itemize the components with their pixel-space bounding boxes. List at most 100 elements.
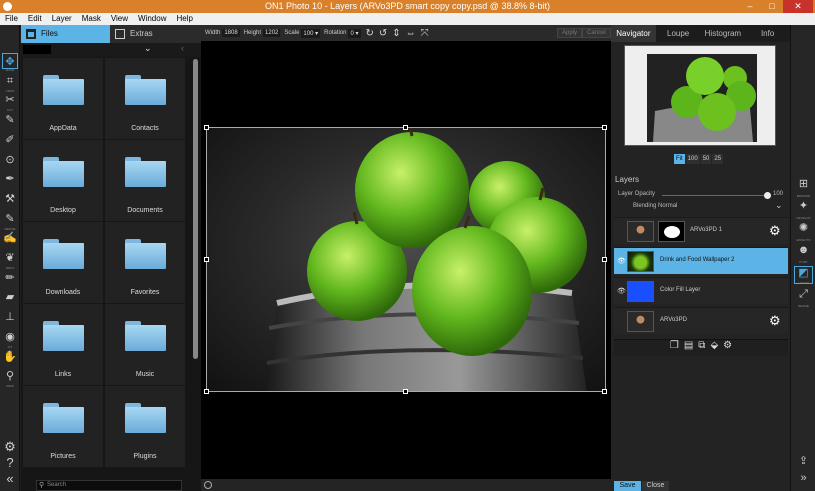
image-layer[interactable]	[206, 127, 606, 392]
retouch-tool-icon[interactable]: ✐	[2, 132, 18, 148]
module-develop-icon[interactable]: ✦ DEVELOP	[794, 200, 813, 220]
refine-brush-tool-icon[interactable]: ✎ REFINE	[2, 211, 18, 231]
canvas-status-icon[interactable]	[204, 481, 212, 489]
browser-scrollbar[interactable]	[193, 59, 198, 359]
scale-select[interactable]: 100 ▾	[301, 28, 321, 38]
settings-icon[interactable]: ⚙	[2, 439, 18, 455]
chevron-down-icon[interactable]: ⌄	[775, 200, 783, 211]
save-button[interactable]: Save	[614, 481, 641, 491]
menu-edit[interactable]: Edit	[23, 13, 47, 25]
collapse-icon[interactable]: «	[2, 471, 18, 487]
folder-item[interactable]: Pictures	[23, 386, 103, 467]
stamp-tool-icon[interactable]: ⊥	[2, 309, 18, 325]
layer-row[interactable]: ARVo3PD ⚙	[614, 307, 788, 334]
zoom-25-button[interactable]: 25	[712, 154, 724, 164]
rotation-select[interactable]: 0 ▾	[348, 28, 361, 38]
eraser-tool-icon[interactable]: ▰	[2, 289, 18, 305]
folder-item[interactable]: Downloads	[23, 222, 103, 303]
folder-item[interactable]: Links	[23, 304, 103, 385]
red-eye-tool-icon[interactable]: ◉ FIX	[2, 329, 18, 349]
menu-window[interactable]: Window	[133, 13, 171, 25]
folder-item[interactable]: Documents	[105, 140, 185, 221]
merge-layer-icon[interactable]: ⧉	[698, 340, 705, 356]
fill-layer-icon[interactable]: ⬙	[710, 340, 718, 356]
folder-item[interactable]: Favorites	[105, 222, 185, 303]
transform-handle[interactable]	[204, 389, 209, 394]
zoom-50-button[interactable]: 50	[700, 154, 712, 164]
image-canvas[interactable]	[201, 41, 611, 479]
menu-view[interactable]: View	[106, 13, 133, 25]
masking-brush-tool-icon[interactable]: ✍	[2, 230, 18, 246]
transform-handle[interactable]	[602, 389, 607, 394]
clone-stamp-tool-icon[interactable]: ✏	[2, 270, 18, 286]
back-icon[interactable]: ‹	[181, 43, 184, 53]
transform-handle[interactable]	[204, 257, 209, 262]
rotate-right-icon[interactable]: ↺	[379, 28, 387, 39]
hand-tool-icon[interactable]: ✋	[2, 349, 18, 365]
cut-tool-icon[interactable]: ✂ CUT	[2, 92, 18, 112]
tab-loupe[interactable]: Loupe	[656, 25, 701, 42]
module-resize-icon[interactable]: ⤢ RESIZE	[794, 288, 813, 308]
menu-file[interactable]: File	[0, 13, 23, 25]
folder-item[interactable]: Music	[105, 304, 185, 385]
tab-files[interactable]: Files	[21, 25, 110, 43]
module-portrait-icon[interactable]: ☻ PORT	[794, 244, 813, 264]
transform-handle[interactable]	[602, 125, 607, 130]
share-icon[interactable]: ⇪	[794, 455, 813, 473]
brush-tool-icon[interactable]: ✎	[2, 112, 18, 128]
flip-vertical-icon[interactable]: ⇕	[392, 28, 400, 39]
pen-tool-icon[interactable]: ✒	[2, 171, 18, 187]
tab-navigator[interactable]: Navigator	[611, 25, 656, 42]
folder-item[interactable]: AppData	[23, 58, 103, 139]
menu-help[interactable]: Help	[171, 13, 197, 25]
apply-button[interactable]: Apply	[557, 28, 583, 38]
menu-mask[interactable]: Mask	[77, 13, 106, 25]
close-window-button[interactable]: ✕	[783, 0, 813, 13]
flip-horizontal-icon[interactable]: ⇔	[406, 28, 416, 39]
help-icon[interactable]: ?	[2, 455, 18, 471]
width-field[interactable]: 1808	[222, 29, 240, 37]
folder-item[interactable]: Desktop	[23, 140, 103, 221]
chisel-tool-icon[interactable]: ⚒	[2, 191, 18, 207]
maximize-button[interactable]: □	[761, 0, 783, 13]
tab-info[interactable]: Info	[745, 25, 790, 42]
transform-handle[interactable]	[204, 125, 209, 130]
zoom-tool-icon[interactable]: ⚲ VIEW	[2, 368, 18, 388]
transform-handle[interactable]	[403, 389, 408, 394]
eye-tool-icon[interactable]: ⊙	[2, 152, 18, 168]
path-dropdown[interactable]	[23, 45, 51, 54]
transform-handle[interactable]	[403, 125, 408, 130]
layer-row[interactable]: 👁 Color Fill Layer	[614, 277, 788, 304]
layer-row[interactable]: 👁 Drink and Food Wallpaper 2	[614, 247, 788, 274]
blending-control[interactable]: Blending Normal	[633, 203, 677, 209]
tab-histogram[interactable]: Histogram	[701, 25, 746, 42]
rotate-left-icon[interactable]: ↻	[366, 28, 374, 39]
cancel-button[interactable]: Cancel	[582, 28, 611, 38]
duplicate-layer-icon[interactable]: ❐	[670, 340, 679, 356]
chevron-down-icon[interactable]: ⌄	[144, 43, 152, 54]
expand-icon[interactable]: »	[794, 472, 813, 490]
minimize-button[interactable]: –	[739, 0, 761, 13]
tab-extras[interactable]: Extras	[110, 25, 201, 43]
eye-icon[interactable]: 👁	[617, 287, 626, 295]
crop-tool-icon[interactable]: ⌗ CROP	[2, 73, 18, 93]
eye-icon[interactable]: 👁	[617, 257, 626, 265]
layer-row[interactable]: ARVo3PD 1 ⚙	[614, 217, 788, 244]
gear-icon[interactable]: ⚙	[769, 223, 781, 239]
move-tool-icon[interactable]: ✥ MOVE	[2, 53, 18, 72]
folder-item[interactable]: Plugins	[105, 386, 185, 467]
module-layers-icon[interactable]: ◩ LAYERS	[794, 266, 813, 285]
new-layer-icon[interactable]: ▤	[684, 340, 693, 356]
menu-layer[interactable]: Layer	[47, 13, 77, 25]
search-input[interactable]: ⚲ Search	[36, 480, 182, 491]
module-browse-icon[interactable]: ⊞ BROWSE	[794, 178, 813, 198]
fit-icon[interactable]: ⤧	[421, 28, 429, 39]
transform-handle[interactable]	[602, 257, 607, 262]
paint-tool-icon[interactable]: ❦ PAINT	[2, 250, 18, 270]
module-effects-icon[interactable]: ✺ EFFECTS	[794, 222, 813, 242]
gear-icon[interactable]: ⚙	[769, 313, 781, 329]
close-button[interactable]: Close	[642, 481, 669, 491]
height-field[interactable]: 1202	[263, 29, 281, 37]
folder-item[interactable]: Contacts	[105, 58, 185, 139]
zoom-100-button[interactable]: 100	[685, 154, 700, 164]
